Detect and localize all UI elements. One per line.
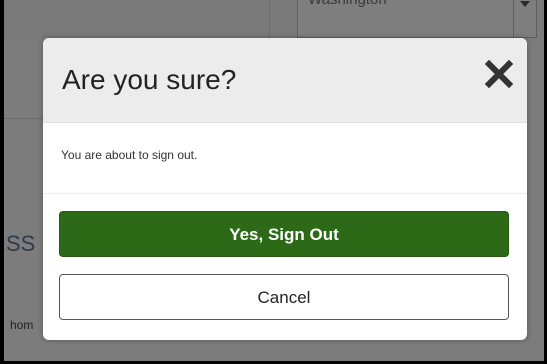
background-text: hom <box>10 318 34 332</box>
dialog-body: You are about to sign out. <box>43 123 527 194</box>
dialog-message: You are about to sign out. <box>61 148 198 162</box>
background-heading: SS <box>6 231 36 256</box>
dialog-header: Are you sure? <box>43 38 527 123</box>
background-divider <box>269 0 270 38</box>
cancel-button[interactable]: Cancel <box>59 274 509 320</box>
screenshot-frame: Washington SS hom Are you sure? You are … <box>4 0 544 361</box>
state-select[interactable]: Washington <box>297 0 537 38</box>
confirm-sign-out-button[interactable]: Yes, Sign Out <box>59 211 509 257</box>
dialog-title: Are you sure? <box>62 64 237 95</box>
state-select-value: Washington <box>308 0 387 8</box>
sign-out-dialog: Are you sure? You are about to sign out.… <box>43 38 527 340</box>
chevron-down-icon <box>513 0 536 37</box>
close-icon[interactable] <box>484 59 514 89</box>
